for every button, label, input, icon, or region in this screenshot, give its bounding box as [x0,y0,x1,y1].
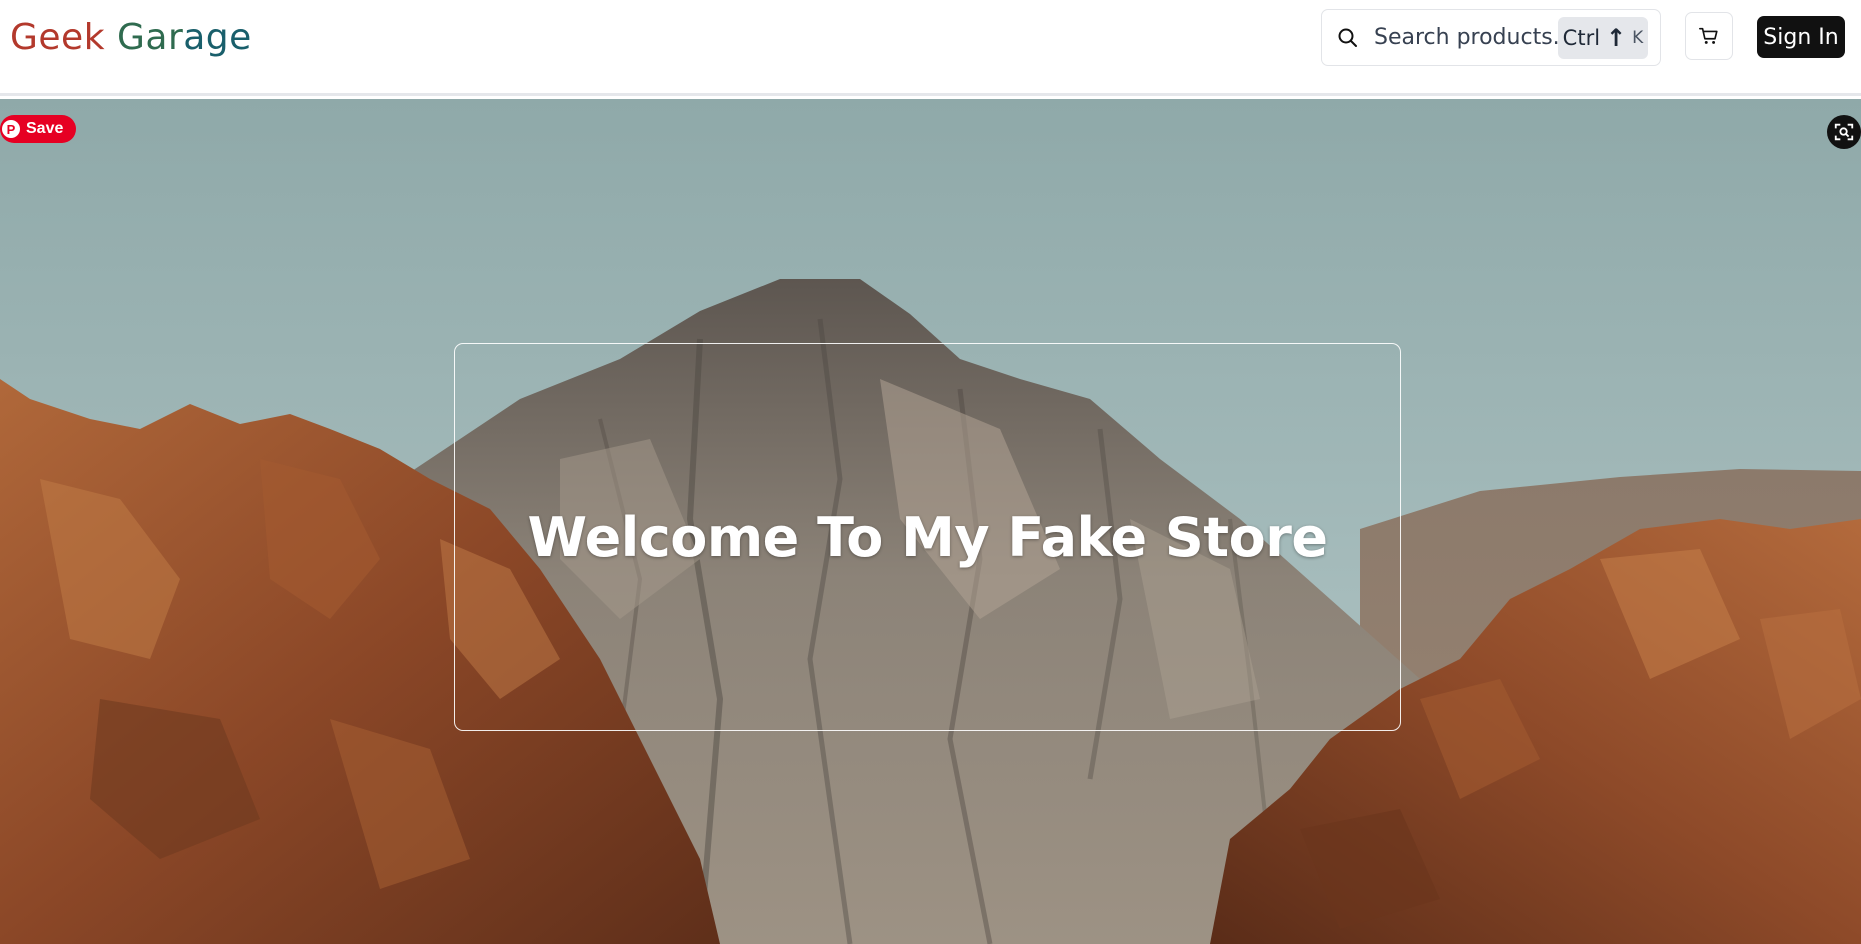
site-header: Geek Garage Search products... Ctrl ↑ K … [0,0,1861,96]
visual-search-icon [1834,123,1854,141]
pinterest-icon: P [2,120,20,138]
search-placeholder: Search products... [1374,25,1574,50]
search-icon [1338,28,1357,47]
shortcut-ctrl: Ctrl [1562,26,1601,50]
site-logo[interactable]: Geek Garage [10,18,252,58]
shortcut-symbol: ↑ [1606,24,1627,52]
pinterest-save-label: Save [26,120,64,137]
logo-text-part3: age [183,17,252,58]
hero-banner: P Save Welcome To My Fake Store [0,99,1861,944]
sign-in-button[interactable]: Sign In [1757,16,1845,58]
pinterest-save-button[interactable]: P Save [0,115,76,143]
search-box[interactable]: Search products... Ctrl ↑ K [1321,9,1661,66]
welcome-box: Welcome To My Fake Store [454,343,1401,731]
shortcut-key: K [1632,28,1644,48]
visual-search-button[interactable] [1827,115,1861,149]
hero-headline: Welcome To My Fake Store [527,505,1328,569]
cart-icon [1699,27,1718,44]
keyboard-shortcut-hint: Ctrl ↑ K [1558,17,1648,59]
cart-button[interactable] [1685,12,1733,60]
logo-text-part1: Geek [10,17,117,58]
logo-text-part2: Gar [116,17,184,58]
